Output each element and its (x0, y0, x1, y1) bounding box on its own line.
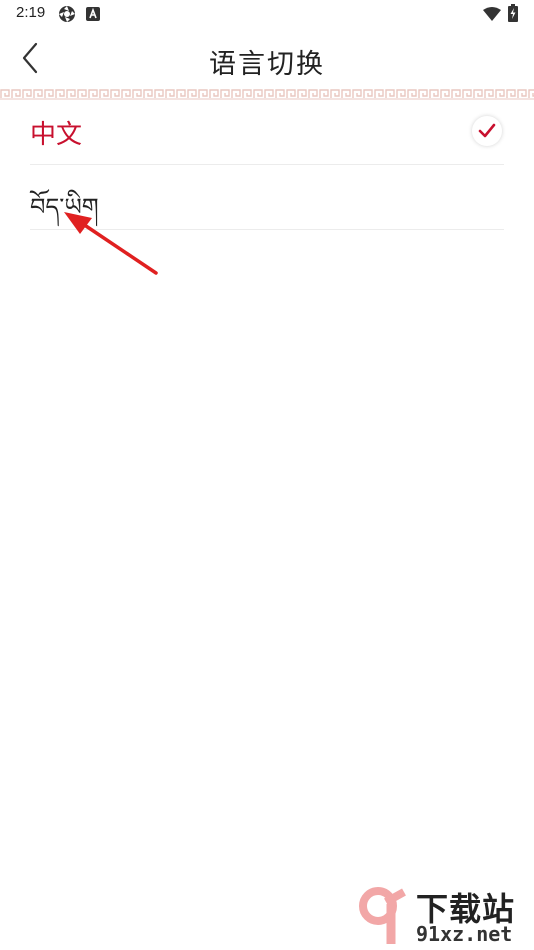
battery-charging-icon (508, 4, 518, 26)
language-item-tibetan[interactable]: བོད་ཡིག (30, 165, 504, 230)
wifi-icon (483, 6, 501, 25)
selected-check-icon (472, 116, 502, 146)
header: 语言切换 (0, 28, 534, 88)
watermark: 下载站 91xz.net (356, 884, 528, 948)
language-label: 中文 (30, 120, 83, 150)
screen: 2:19 语言切换 中文 བོད་ཡིག 下载站 91xz.net (0, 0, 534, 950)
watermark-url: 91xz.net (416, 922, 513, 946)
language-item-chinese[interactable]: 中文 (30, 100, 504, 165)
decorative-pattern-strip (0, 88, 534, 100)
language-label: བོད་ཡིག (30, 193, 99, 221)
aperture-icon (58, 5, 76, 27)
status-bar: 2:19 (0, 0, 534, 28)
a-box-icon (86, 6, 100, 25)
status-time: 2:19 (16, 4, 46, 21)
watermark-logo-icon (359, 887, 406, 944)
language-list: 中文 བོད་ཡིག (30, 100, 504, 230)
page-title: 语言切换 (209, 49, 325, 80)
